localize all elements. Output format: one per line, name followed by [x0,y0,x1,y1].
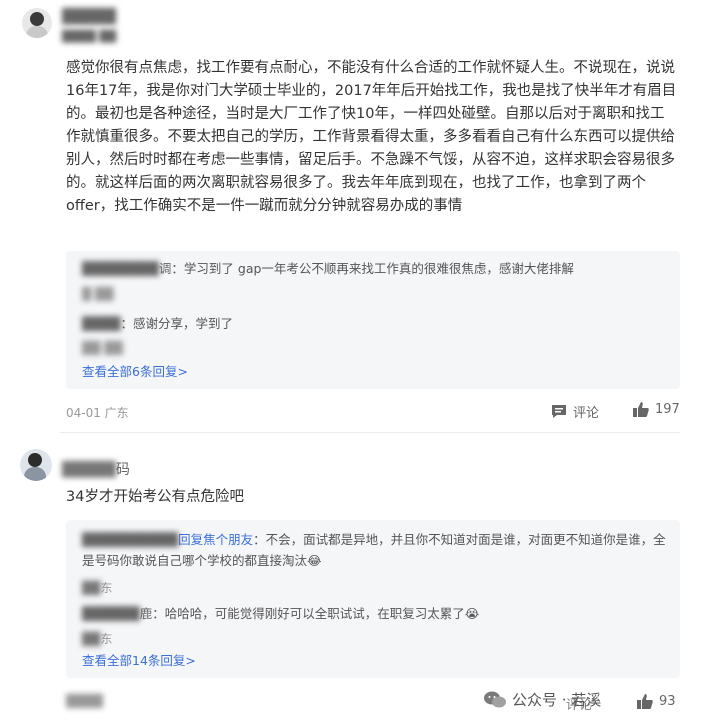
reply-username[interactable]: ██████ [82,606,140,621]
reply-meta-location: 东 [100,632,113,646]
reply-username[interactable]: ██████████ [82,532,178,547]
view-all-replies-link[interactable]: 查看全部6条回复> [82,361,188,380]
reply-meta-location: 东 [100,581,113,595]
comment-text: 34岁才开始考公有点危险吧 [66,489,244,505]
comment-date: 04-01 广东 [66,406,129,420]
like-button[interactable]: 93 [637,694,676,709]
avatar-body [26,26,48,38]
reply-meta: █ ██ [82,287,114,301]
thumbs-up-icon [637,694,653,709]
like-count: 197 [655,402,680,417]
reply-meta-hidden: ██ [82,581,101,595]
reply-text: ：感谢分享，学到了 [120,316,233,331]
thumbs-up-icon [633,402,649,417]
reply-meta: ██ ██ [82,341,123,355]
avatar[interactable] [20,449,52,481]
reply-text: ：哈哈哈，可能觉得刚好可以全职试试，在职复习太累了😭 [152,606,480,621]
username[interactable]: █████ [62,9,116,25]
reply-username[interactable]: ████ [82,316,120,331]
comment-text: 感觉你很有点焦虑，找工作要有点耐心，不能没有什么合适的工作就怀疑人生。不说现在，… [66,60,677,214]
username-suffix: 码 [115,462,130,478]
comment-date: ████ [66,694,103,708]
reply-item: ██████████回复焦个朋友：不会，面试都是异地，并且你不知道对面是谁，对面… [82,529,666,571]
reply-box: ██████████回复焦个朋友：不会，面试都是异地，并且你不知道对面是谁，对面… [66,520,680,678]
reply-username-suffix: 调 [158,261,172,276]
comment-button[interactable]: 评论 [566,694,592,713]
divider [60,432,680,433]
reply-item: ████████调：学习到了 gap一年考公不顺再来找工作真的很难很焦虑，感谢大… [82,258,672,279]
avatar-head [30,12,44,26]
avatar-head [28,453,42,467]
reply-meta: ██东 [82,630,112,647]
comment-icon [552,405,566,418]
reply-to-link[interactable]: 回复焦个朋友 [178,532,253,547]
wechat-icon [484,691,506,707]
reply-username[interactable]: ████████ [82,261,159,276]
comment-button[interactable]: 评论 [551,402,599,421]
username-hidden: █████ [62,462,116,478]
reply-text: ：学习到了 gap一年考公不顺再来找工作真的很难很焦虑，感谢大佬排解 [171,261,574,276]
username-sub: ████ ██ [62,30,117,43]
username[interactable]: █████码 [62,459,130,479]
reply-username-suffix: 鹿 [139,606,153,621]
like-count: 93 [659,694,676,709]
avatar[interactable] [22,8,52,38]
reply-meta-hidden: ██ [82,632,101,646]
reply-meta: ██东 [82,579,112,596]
reply-box: ████████调：学习到了 gap一年考公不顺再来找工作真的很难很焦虑，感谢大… [66,251,680,389]
like-button[interactable]: 197 [633,402,680,417]
reply-item: ██████鹿：哈哈哈，可能觉得刚好可以全职试试，在职复习太累了😭 [82,603,666,624]
comment-label: 评论 [566,698,593,713]
reply-item: ████：感谢分享，学到了 [82,313,672,334]
view-all-replies-link[interactable]: 查看全部14条回复> [82,650,196,669]
comment-label: 评论 [573,406,600,421]
avatar-body [24,467,46,481]
